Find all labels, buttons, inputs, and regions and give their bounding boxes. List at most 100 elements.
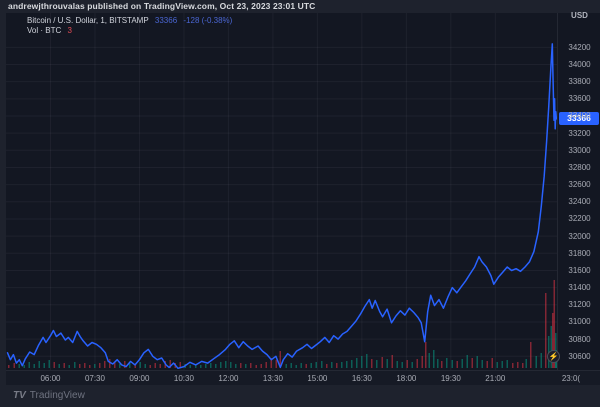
volume-bar [94, 364, 96, 368]
volume-bar [306, 364, 308, 368]
volume-bar [422, 356, 424, 368]
volume-bar [296, 365, 298, 368]
volume-bar [351, 360, 353, 368]
volume-bar [159, 364, 161, 368]
volume-bar [336, 363, 338, 368]
volume-bar [541, 353, 543, 368]
volume-bar [396, 361, 398, 368]
price-tick-label: 30800 [558, 335, 600, 344]
volume-bar [275, 360, 277, 368]
volume-bar [215, 364, 217, 368]
legend-symbol-row[interactable]: Bitcoin / U.S. Dollar, 1, BITSTAMP 33366… [27, 16, 232, 26]
volume-bar [406, 360, 408, 368]
volume-bar [109, 359, 111, 368]
volume-bar [517, 362, 519, 368]
volume-bar [13, 363, 15, 368]
volume-bar [530, 342, 532, 368]
volume-bar [461, 359, 463, 368]
tradingview-brand[interactable]: TV TradingView [13, 389, 85, 402]
price-chart[interactable] [6, 13, 600, 385]
price-tick-label: 31600 [558, 266, 600, 275]
time-tick-label: 13:30 [263, 374, 283, 383]
volume-bar [210, 363, 212, 368]
volume-bar [412, 362, 414, 368]
volume-bar [69, 365, 71, 368]
price-tick-label: 34200 [558, 43, 600, 52]
price-tick-label: 32200 [558, 214, 600, 223]
price-tick-label: 31800 [558, 249, 600, 258]
time-tick-label: 12:00 [218, 374, 238, 383]
volume-bar [44, 363, 46, 368]
volume-bar [23, 365, 25, 368]
volume-bar [522, 363, 524, 368]
symbol-title[interactable]: Bitcoin / U.S. Dollar, 1, BITSTAMP [27, 16, 149, 25]
volume-bar [391, 355, 393, 368]
time-tick-label: 16:30 [352, 374, 372, 383]
volume-bar [104, 361, 106, 368]
volume-bar [149, 365, 151, 368]
time-tick-label: 21:00 [485, 374, 505, 383]
legend-volume-row[interactable]: Vol · BTC 3 [27, 26, 232, 36]
volume-bar [225, 361, 227, 368]
price-axis[interactable]: USD 33366 ⚡ 3420034000338003360033400332… [557, 13, 600, 370]
chart-legend[interactable]: Bitcoin / U.S. Dollar, 1, BITSTAMP 33366… [27, 16, 232, 36]
volume-bar [205, 364, 207, 368]
volume-bar [487, 361, 489, 368]
volume-bar [33, 364, 35, 368]
volume-bar [311, 363, 313, 368]
price-tick-label: 31400 [558, 283, 600, 292]
volume-bar [417, 359, 419, 368]
volume-bar [346, 361, 348, 368]
volume-bar [245, 364, 247, 368]
volume-bar [255, 365, 257, 368]
volume-bar [291, 363, 293, 368]
volume-bar [230, 362, 232, 368]
price-tick-label: 32800 [558, 163, 600, 172]
volume-bar [535, 356, 537, 368]
legend-change: -128 (-0.38%) [183, 16, 232, 25]
grid-lines [6, 13, 557, 370]
volume-bar [139, 362, 141, 368]
volume-bar [466, 355, 468, 368]
volume-bar [437, 359, 439, 368]
price-tick-label: 33200 [558, 129, 600, 138]
volume-bar [371, 359, 373, 368]
price-tick-label: 31200 [558, 300, 600, 309]
price-tick-label: 32000 [558, 232, 600, 241]
volume-bar [429, 353, 431, 368]
volume-bar [79, 364, 81, 368]
volume-bar [471, 358, 473, 368]
volume-bar [376, 360, 378, 368]
time-axis[interactable]: 06:0007:3009:0010:3012:0013:3015:0016:30… [6, 370, 600, 385]
volume-bar [240, 363, 242, 368]
volume-bar [425, 342, 427, 368]
volume-indicator-label[interactable]: Vol · BTC [27, 26, 61, 35]
volume-bar [446, 358, 448, 368]
volume-bar [49, 360, 51, 368]
footer-bar: TV TradingView [0, 385, 600, 407]
time-tick-label: 15:00 [307, 374, 327, 383]
volume-bar [260, 364, 262, 368]
volume-bar [38, 361, 40, 368]
volume-bar [326, 364, 328, 368]
volume-bar [154, 363, 156, 368]
volume-bar [401, 362, 403, 368]
price-line-series [8, 44, 557, 368]
time-tick-label: 18:00 [396, 374, 416, 383]
volume-bar [497, 362, 499, 368]
volume-bar [89, 365, 91, 368]
price-tick-label: 33000 [558, 146, 600, 155]
price-tick-label: 32600 [558, 180, 600, 189]
volume-bar [381, 357, 383, 368]
volume-bar [492, 358, 494, 368]
chart-panel[interactable]: Bitcoin / U.S. Dollar, 1, BITSTAMP 33366… [6, 13, 600, 385]
volume-bar [220, 362, 222, 368]
volume-bar [144, 364, 146, 368]
price-tick-label: 32400 [558, 197, 600, 206]
volume-bar [366, 354, 368, 368]
volume-bar [235, 364, 237, 368]
price-tick-label: 30600 [558, 352, 600, 361]
price-polyline [8, 44, 557, 368]
volume-bar [361, 356, 363, 368]
volume-bar [316, 362, 318, 368]
